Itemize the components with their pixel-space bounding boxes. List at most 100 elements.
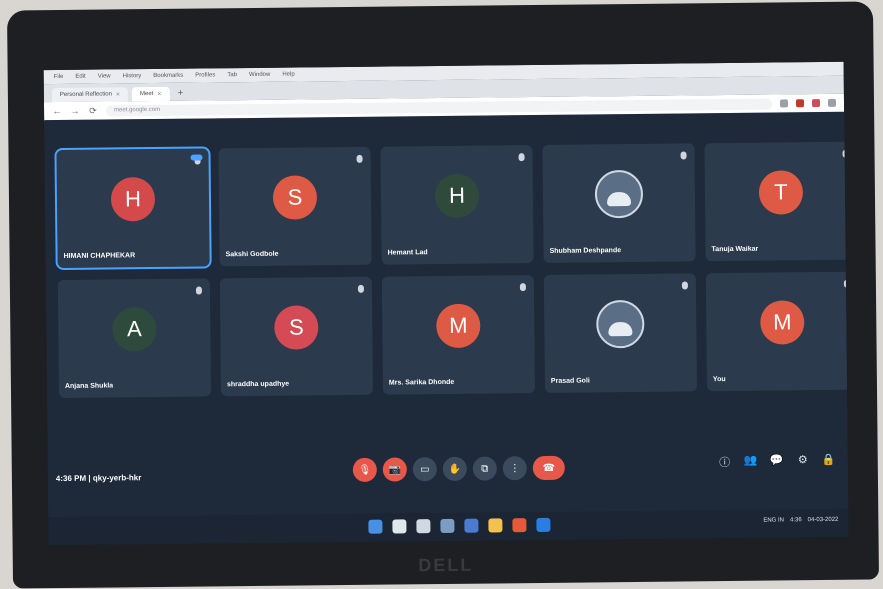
present-icon[interactable]: ⧉ [472, 456, 497, 481]
extension-icon[interactable] [795, 99, 805, 108]
side-controls: ⓘ 👥 💬 ⚙ 🔒 [718, 453, 836, 470]
photo-silhouette [608, 321, 633, 336]
new-tab-icon[interactable]: + [177, 88, 183, 99]
hand-icon[interactable]: ✋ [442, 456, 467, 482]
menu-item[interactable]: View [98, 73, 111, 79]
tab-label: Personal Reflection [59, 91, 112, 99]
chat-icon[interactable] [464, 518, 479, 533]
menu-item[interactable]: Help [282, 72, 294, 78]
menu-icon[interactable] [827, 98, 837, 107]
avatar: S [274, 304, 319, 350]
participant-name: Hemant Lad [387, 249, 428, 257]
close-icon[interactable]: × [157, 90, 161, 97]
meeting-details[interactable]: 4:36 PM | qky-yerb-hkr [56, 473, 142, 483]
mic-muted-icon [357, 284, 364, 293]
start-icon[interactable] [368, 519, 383, 534]
camera-icon[interactable]: 📷 [382, 457, 407, 482]
avatar: M [760, 299, 805, 345]
participant-tile[interactable]: H HIMANI CHAPHEKAR [54, 146, 212, 271]
meeting-time: 4:36 PM [55, 473, 87, 484]
mic-muted-icon [195, 286, 202, 295]
avatar: T [758, 169, 804, 215]
menu-item[interactable]: History [123, 73, 142, 79]
avatar: H [110, 176, 156, 222]
participant-name: Tanuja Waikar [711, 245, 759, 254]
menu-item[interactable]: Edit [75, 74, 85, 80]
clock: 4:36 [789, 517, 802, 524]
lock-icon[interactable]: 🔒 [822, 453, 836, 469]
speaking-indicator [190, 154, 203, 161]
taskbar: ENG IN 4:36 04-03-2022 [48, 508, 849, 546]
meet-stage: H HIMANI CHAPHEKAR S Sakshi Godbole H Hemant … [44, 111, 849, 546]
edge-icon[interactable] [536, 517, 551, 533]
extension-icon[interactable] [779, 99, 789, 108]
participant-name: Prasad Goli [550, 377, 590, 385]
screen: File Edit View History Bookmarks Profiles Tab W… [43, 61, 849, 546]
mic-muted-icon [356, 154, 363, 163]
participant-tile[interactable]: T Tanuja Waikar [704, 141, 849, 262]
extension-icon[interactable] [811, 99, 821, 108]
tab-label: Meet [139, 91, 154, 98]
mic-muted-icon [518, 153, 525, 162]
photo-silhouette [606, 191, 632, 206]
mic-muted-icon [681, 281, 688, 290]
participant-name: shraddha upadhye [226, 380, 290, 389]
menu-item[interactable]: Bookmarks [153, 73, 183, 79]
task-view-icon[interactable] [416, 519, 431, 534]
participant-tile[interactable]: Shubham Deshpande [542, 143, 696, 263]
back-icon[interactable]: ← [52, 106, 62, 116]
mic-muted-icon [519, 283, 526, 292]
more-icon[interactable]: ⋮ [502, 456, 527, 481]
profile-photo [596, 299, 645, 348]
mic-muted-icon [842, 149, 849, 158]
leave-call-icon[interactable]: ☎ [532, 455, 565, 481]
people-icon[interactable]: 👥 [744, 454, 758, 470]
mic-icon[interactable]: 🎙 [352, 457, 377, 482]
menu-item[interactable]: Tab [227, 72, 237, 78]
reload-icon[interactable]: ⟳ [88, 105, 98, 116]
forward-icon[interactable]: → [70, 106, 80, 116]
file-explorer-icon[interactable] [488, 518, 503, 533]
widgets-icon[interactable] [440, 518, 455, 534]
participant-tile[interactable]: M You [705, 271, 849, 392]
laptop-logo: DELL [418, 554, 474, 576]
call-controls: 🎙 📷 ▭ ✋ ⧉ ⋮ ☎ [352, 455, 565, 482]
participant-tile[interactable]: Sshraddha upadhye [219, 276, 374, 397]
participant-tile[interactable]: Prasad Goli [543, 273, 698, 393]
laptop-frame: File Edit View History Bookmarks Profiles Tab W… [6, 1, 880, 589]
avatar: H [434, 173, 480, 218]
menu-item[interactable]: Profiles [195, 72, 215, 78]
mic-muted-icon [680, 151, 687, 160]
date: 04-03-2022 [807, 516, 839, 524]
avatar: M [436, 303, 481, 348]
tab-personal-reflection[interactable]: Personal Reflection × [51, 87, 129, 103]
participant-name: Anjana Shukla [64, 382, 114, 390]
info-icon[interactable]: ⓘ [718, 454, 732, 470]
separator: | [88, 473, 91, 483]
tab-meet[interactable]: Meet × [131, 86, 170, 102]
participant-tile[interactable]: H Hemant Lad [380, 145, 534, 265]
avatar: S [272, 174, 318, 220]
system-tray[interactable]: ENG IN 4:36 04-03-2022 [763, 517, 838, 524]
mic-muted-icon [843, 279, 849, 288]
captions-icon[interactable]: ▭ [412, 457, 437, 482]
participant-name: Shubham Deshpande [549, 247, 622, 255]
close-icon[interactable]: × [116, 91, 120, 98]
app-icon[interactable] [512, 518, 527, 533]
participant-name: Mrs. Sarika Dhonde [388, 378, 455, 387]
search-icon[interactable] [392, 519, 407, 534]
meeting-code: qky-yerb-hkr [92, 473, 142, 483]
menu-item[interactable]: Window [249, 72, 270, 78]
avatar: A [112, 306, 157, 352]
menu-item[interactable]: File [54, 74, 64, 80]
participant-tile[interactable]: M Mrs. Sarika Dhonde [381, 275, 536, 395]
participant-tile[interactable]: A Anjana Shukla [57, 278, 212, 399]
participant-name: HIMANI CHAPHEKAR [63, 252, 136, 260]
language-indicator: ENG IN [763, 517, 785, 524]
activities-icon[interactable]: ⚙ [796, 453, 810, 469]
chat-icon[interactable]: 💬 [770, 453, 784, 469]
participant-name: You [712, 376, 726, 384]
participant-tile[interactable]: S Sakshi Godbole [218, 146, 372, 267]
profile-photo [594, 169, 644, 218]
participant-name: Sakshi Godbole [225, 250, 279, 259]
